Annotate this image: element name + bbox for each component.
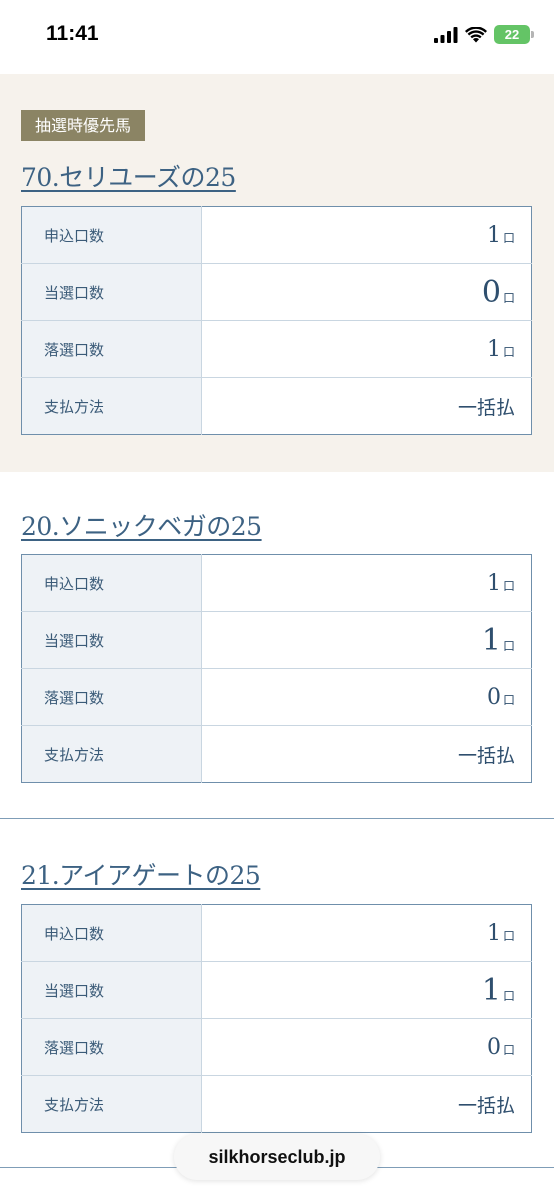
row-value: 1口 [201, 320, 532, 378]
table-row: 支払方法 一括払 [21, 725, 532, 783]
table-row: 申込口数 1口 [21, 904, 532, 962]
row-value: 一括払 [201, 377, 532, 435]
table-row: 申込口数 1口 [21, 206, 532, 264]
row-value: 0口 [201, 1018, 532, 1076]
row-value: 0口 [201, 668, 532, 726]
table-row: 申込口数 1口 [21, 554, 532, 612]
row-label: 当選口数 [21, 263, 202, 321]
row-value: 1口 [486, 570, 515, 596]
table-row: 支払方法 一括払 [21, 1075, 532, 1133]
horse-section-1: 抽選時優先馬 70.セリユーズの25 申込口数 1口 当選口数 0口 落選口数 … [0, 74, 554, 472]
battery-level: 22 [504, 27, 520, 42]
application-result-table: 申込口数 1口 当選口数 0口 落選口数 1口 支払方法 一括払 [21, 206, 532, 435]
horse-section-2: 20.ソニックベガの25 申込口数 1口 当選口数 1口 落選口数 0口 支払方… [0, 472, 554, 818]
row-label: 落選口数 [21, 1018, 202, 1076]
row-label: 落選口数 [21, 320, 202, 378]
cellular-signal-icon [434, 26, 458, 43]
wifi-icon [465, 26, 487, 42]
row-label: 当選口数 [21, 961, 202, 1019]
table-row: 落選口数 1口 [21, 320, 532, 378]
row-label: 支払方法 [21, 1075, 202, 1133]
row-label: 支払方法 [21, 725, 202, 783]
row-label: 当選口数 [21, 611, 202, 669]
row-value: 一括払 [201, 1075, 532, 1133]
table-row: 当選口数 1口 [21, 961, 532, 1019]
table-row: 支払方法 一括払 [21, 377, 532, 435]
horse-section-3: 21.アイアゲートの25 申込口数 1口 当選口数 1口 落選口数 0口 支払方… [0, 818, 554, 1169]
row-value: 0口 [201, 263, 532, 321]
application-result-table: 申込口数 1口 当選口数 1口 落選口数 0口 支払方法 一括払 [21, 904, 532, 1133]
table-row: 当選口数 0口 [21, 263, 532, 321]
horse-title-link[interactable]: 70.セリユーズの25 [21, 158, 236, 194]
status-time: 11:41 [46, 22, 99, 45]
battery-icon: 22 [494, 25, 534, 44]
row-value: 1口 [486, 920, 515, 946]
status-bar: 11:41 22 [0, 0, 554, 74]
row-value: 一括払 [201, 725, 532, 783]
row-label: 申込口数 [21, 554, 202, 612]
horse-title-link[interactable]: 21.アイアゲートの25 [21, 856, 261, 892]
row-label: 申込口数 [21, 904, 202, 962]
url-bar[interactable]: silkhorseclub.jp [174, 1134, 380, 1180]
row-value: 1口 [486, 222, 515, 248]
status-icons: 22 [434, 25, 534, 44]
priority-badge: 抽選時優先馬 [21, 110, 146, 141]
table-row: 落選口数 0口 [21, 668, 532, 726]
row-label: 支払方法 [21, 377, 202, 435]
table-row: 落選口数 0口 [21, 1018, 532, 1076]
horse-title-link[interactable]: 20.ソニックベガの25 [21, 507, 262, 543]
row-label: 申込口数 [21, 206, 202, 264]
row-label: 落選口数 [21, 668, 202, 726]
application-result-table: 申込口数 1口 当選口数 1口 落選口数 0口 支払方法 一括払 [21, 554, 532, 783]
table-row: 当選口数 1口 [21, 611, 532, 669]
row-value: 1口 [201, 961, 532, 1019]
row-value: 1口 [201, 611, 532, 669]
